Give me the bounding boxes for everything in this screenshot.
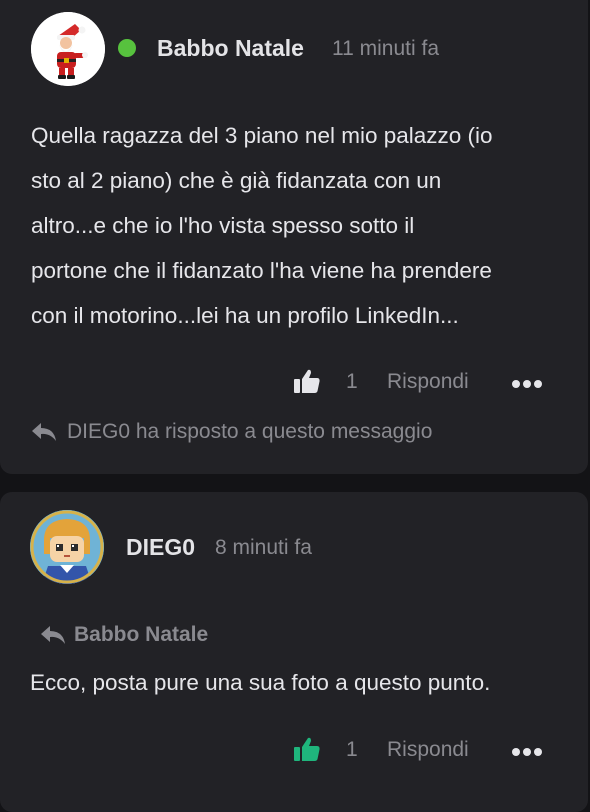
thumbs-up-icon: [294, 369, 320, 393]
replied-notice[interactable]: DIEG0 ha risposto a questo messaggio: [31, 420, 432, 444]
post-body: Quella ragazza del 3 piano nel mio palaz…: [31, 113, 576, 338]
like-button[interactable]: [292, 734, 324, 766]
reply-button[interactable]: Rispondi: [387, 370, 469, 394]
more-options-button[interactable]: [511, 745, 543, 759]
quoted-author: Babbo Natale: [74, 623, 209, 646]
reply-arrow-icon: [41, 626, 65, 644]
post-body: Ecco, posta pure una sua foto a questo p…: [30, 660, 575, 705]
post-body-line: Ecco, posta pure una sua foto a questo p…: [30, 670, 491, 695]
post-body-line: con il motorino...lei ha un profilo Link…: [31, 303, 459, 328]
post-body-line: portone che il fidanzato l'ha viene ha p…: [31, 258, 492, 283]
more-dots-icon: [512, 380, 542, 388]
more-options-button[interactable]: [511, 377, 543, 391]
quoted-reply-reference[interactable]: Babbo Natale: [40, 623, 208, 647]
like-button[interactable]: [292, 366, 324, 398]
more-dots-icon: [512, 748, 542, 756]
post-body-line: sto al 2 piano) che è già fidanzata con …: [31, 168, 442, 193]
thumbs-up-icon: [294, 737, 320, 761]
online-status-dot: [118, 39, 136, 57]
avatar[interactable]: [30, 510, 104, 584]
replied-notice-text: DIEG0 ha risposto a questo messaggio: [67, 420, 433, 443]
author-name[interactable]: DIEG0: [126, 534, 195, 561]
post-timestamp[interactable]: 11 minuti fa: [332, 37, 439, 61]
author-name[interactable]: Babbo Natale: [157, 35, 304, 62]
like-count: 1: [346, 370, 358, 393]
post-card: Babbo Natale 11 minuti fa Quella ragazza…: [0, 0, 588, 474]
like-count: 1: [346, 738, 358, 761]
avatar[interactable]: [31, 12, 105, 86]
reply-button[interactable]: Rispondi: [387, 738, 469, 762]
pixel-character-avatar-icon: [30, 510, 104, 584]
post-body-line: Quella ragazza del 3 piano nel mio palaz…: [31, 123, 493, 148]
post-body-line: altro...e che io l'ho vista spesso sotto…: [31, 213, 415, 238]
reply-arrow-icon: [32, 423, 56, 441]
post-timestamp[interactable]: 8 minuti fa: [215, 536, 312, 560]
post-card: DIEG0 8 minuti fa Babbo Natale Ecco, pos…: [0, 492, 588, 812]
santa-avatar-icon: [31, 12, 105, 86]
